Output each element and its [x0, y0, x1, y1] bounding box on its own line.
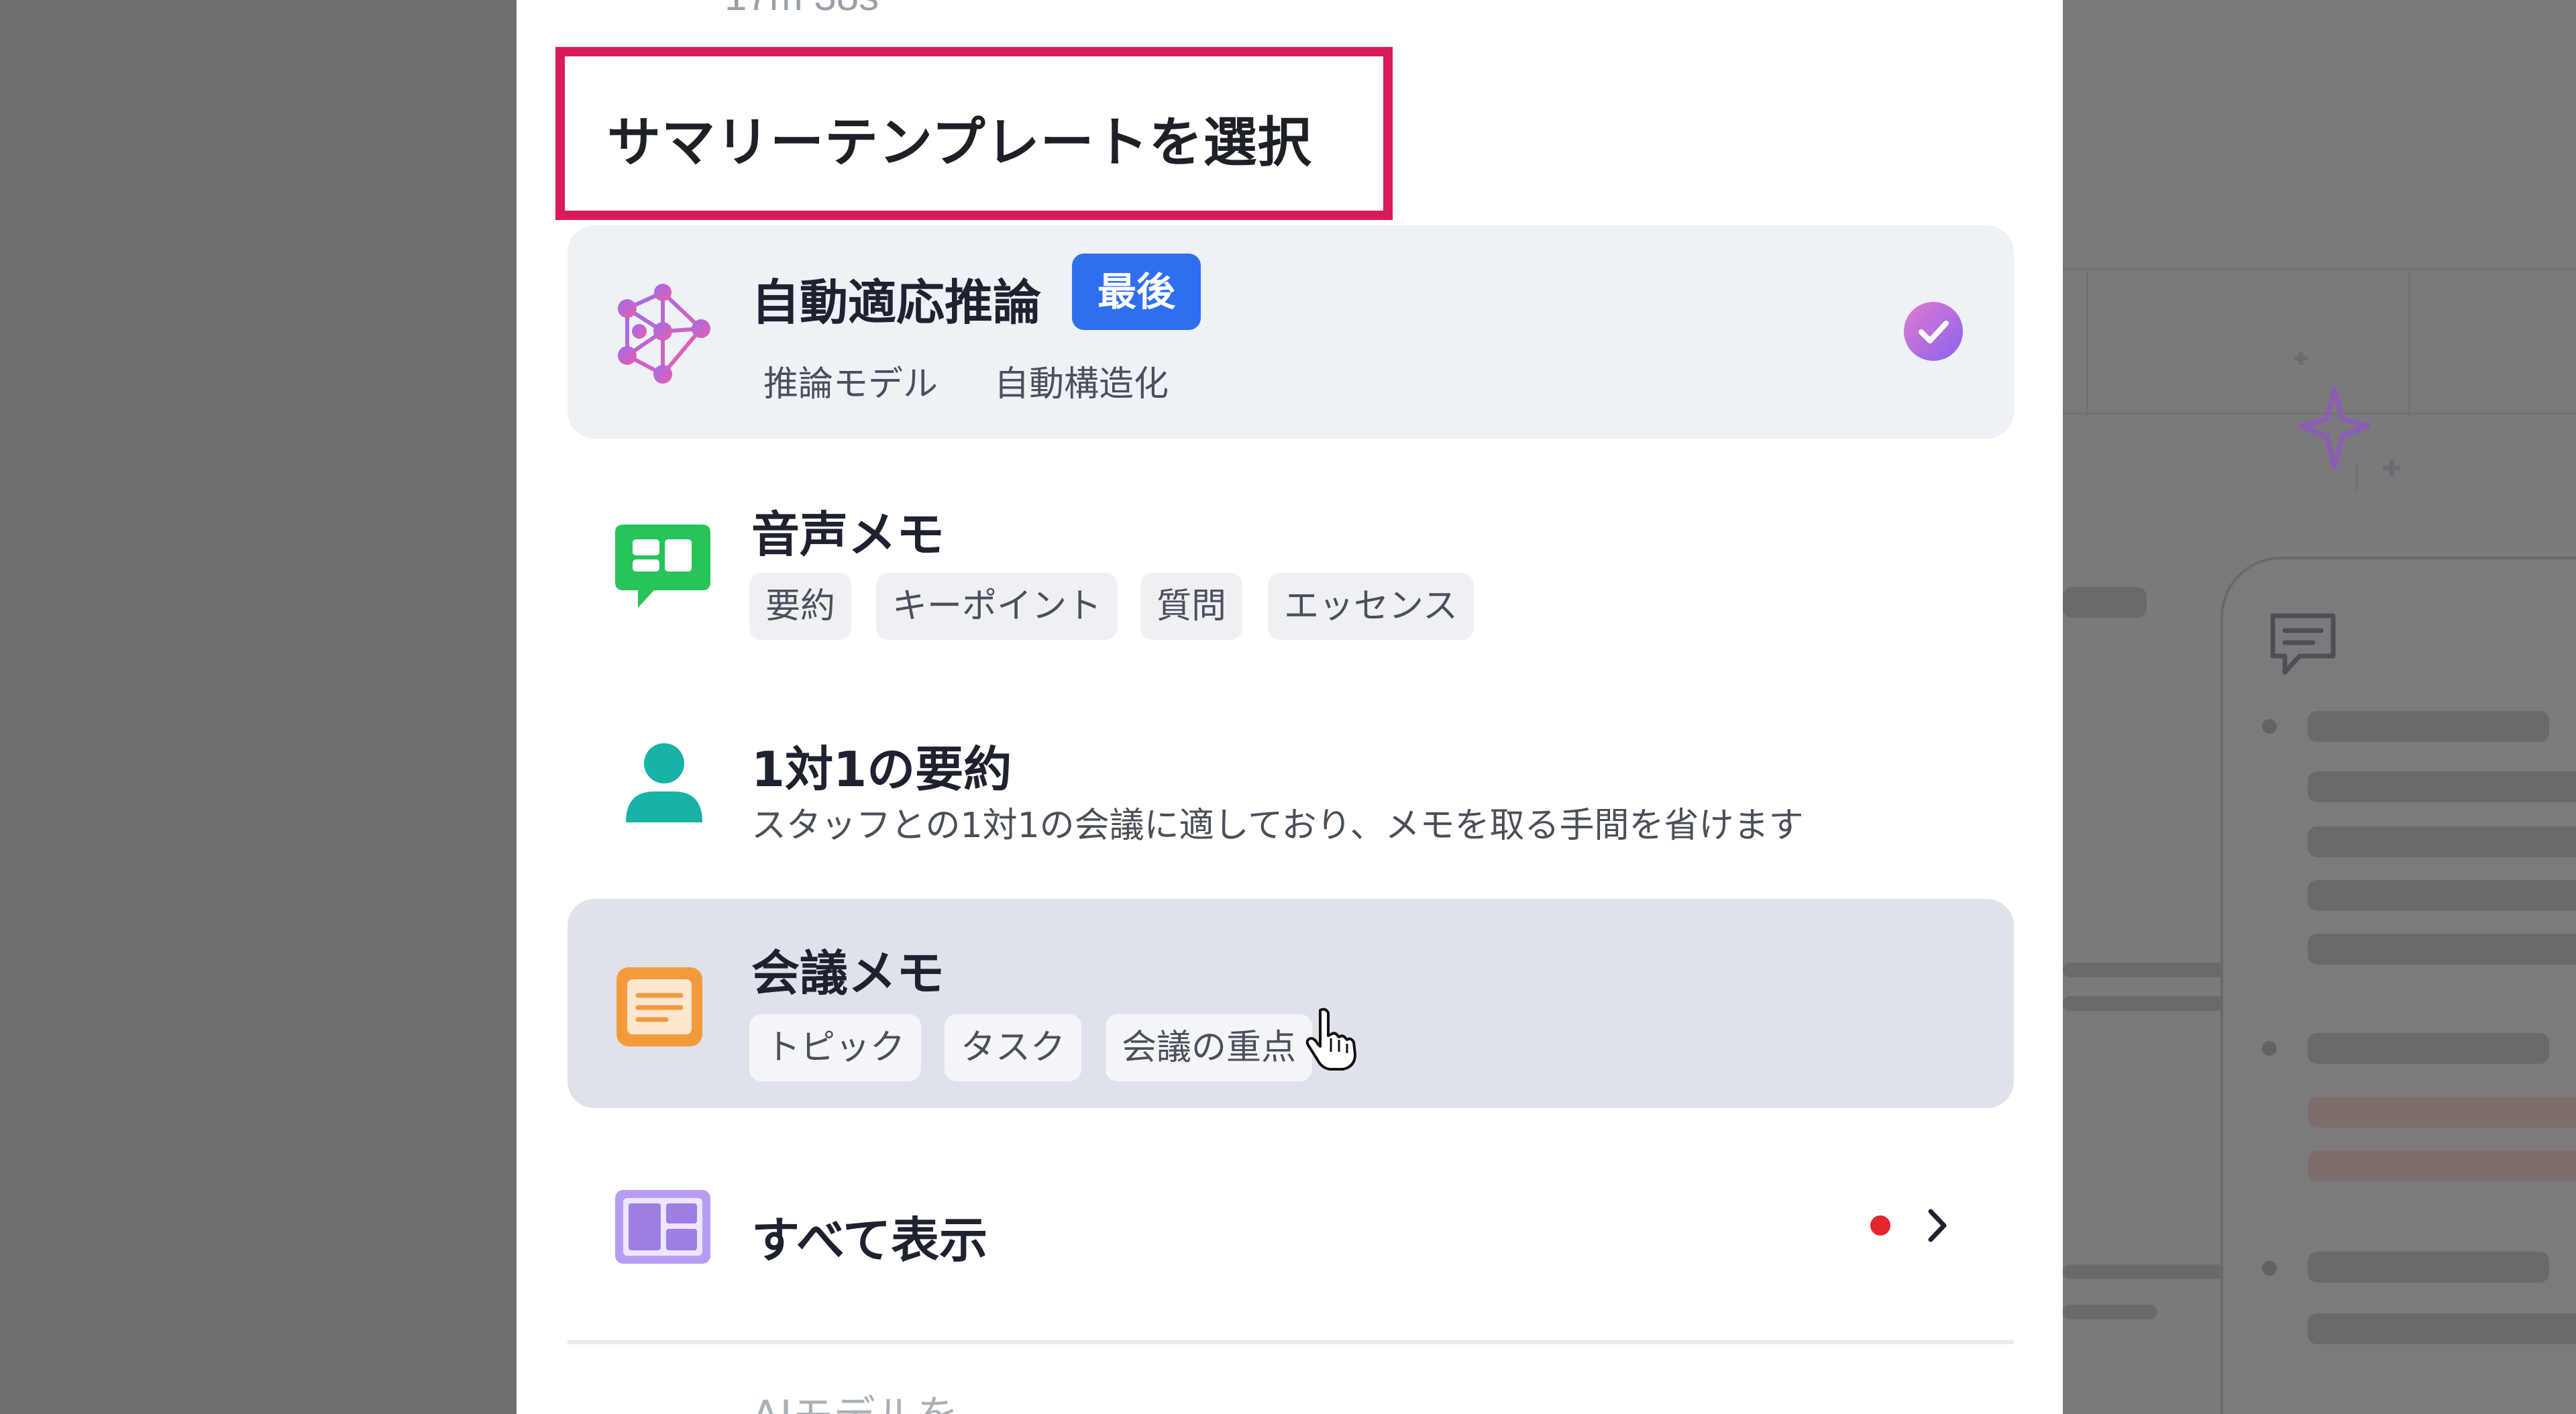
page-title: サマリーテンプレートを選択	[607, 111, 1312, 174]
neural-network-icon	[618, 284, 710, 384]
background-dot	[2262, 1261, 2277, 1276]
sparkle-icon	[2294, 351, 2400, 490]
background-placeholder-bar	[2308, 880, 2576, 911]
hand-pointer-cursor-icon	[1305, 1008, 1356, 1071]
background-placeholder-bar	[2308, 1033, 2549, 1064]
notification-dot	[1870, 1215, 1890, 1236]
template-tag: エッセンス	[1268, 573, 1474, 640]
background-gridline	[2086, 268, 2088, 416]
recording-duration: 17m 38s	[724, 0, 879, 19]
background-placeholder-bar	[2308, 1150, 2576, 1181]
background-chat-card	[2220, 557, 2576, 1414]
ai-model-section-label: AIモデルを	[751, 1382, 959, 1414]
background-placeholder-bar	[2063, 1305, 2157, 1319]
background-placeholder-bar	[2063, 996, 2224, 1011]
background-placeholder-bar	[2308, 711, 2549, 742]
template-title: 会議メモ	[751, 945, 945, 1001]
section-divider	[568, 1340, 2014, 1344]
template-tag: 質問	[1140, 573, 1243, 640]
template-tag: タスク	[945, 1014, 1082, 1081]
template-title: 音声メモ	[751, 506, 945, 563]
background-placeholder-bar	[2308, 1313, 2576, 1344]
last-used-badge: 最後	[1072, 254, 1201, 330]
template-title: 自動適応推論	[751, 274, 1042, 331]
selected-check-icon	[1904, 302, 1963, 361]
template-tag: トピック	[749, 1014, 922, 1081]
show-all-label: すべて表示	[751, 1212, 988, 1268]
background-placeholder-bar	[2308, 826, 2576, 857]
template-title: 1対1の要約	[751, 741, 1012, 798]
layout-grid-icon	[615, 1190, 710, 1264]
meeting-notes-icon	[616, 967, 702, 1046]
background-gridline	[2063, 268, 2576, 270]
background-placeholder-bar	[2063, 1264, 2224, 1279]
background-dot	[2262, 719, 2277, 734]
template-description: スタッフとの1対1の会議に適しており、メモを取る手間を省けます	[751, 806, 1804, 846]
template-tag: 要約	[749, 573, 852, 640]
background-dot	[2262, 1041, 2277, 1056]
background-gridline	[2408, 268, 2410, 416]
template-tag: 自動構造化	[994, 364, 1169, 404]
template-tag: 会議の重点	[1106, 1014, 1313, 1081]
chevron-right-icon[interactable]	[1920, 1206, 1953, 1245]
background-placeholder-bar	[2308, 1252, 2549, 1283]
voice-memo-chat-icon	[615, 525, 710, 608]
chat-icon	[2270, 613, 2336, 675]
template-tag: 推論モデル	[763, 364, 938, 404]
background-placeholder-bar	[2308, 934, 2576, 965]
background-placeholder-bar	[2308, 1097, 2576, 1128]
person-icon	[626, 743, 702, 822]
background-placeholder-bar	[2063, 587, 2147, 618]
background-placeholder-bar	[2063, 963, 2224, 977]
template-tag: キーポイント	[876, 573, 1118, 640]
background-placeholder-bar	[2308, 771, 2576, 802]
screen: 17m 38s サマリーテンプレートを選択 自動適応推論 最後 推論モデル 自動…	[0, 0, 2576, 1414]
